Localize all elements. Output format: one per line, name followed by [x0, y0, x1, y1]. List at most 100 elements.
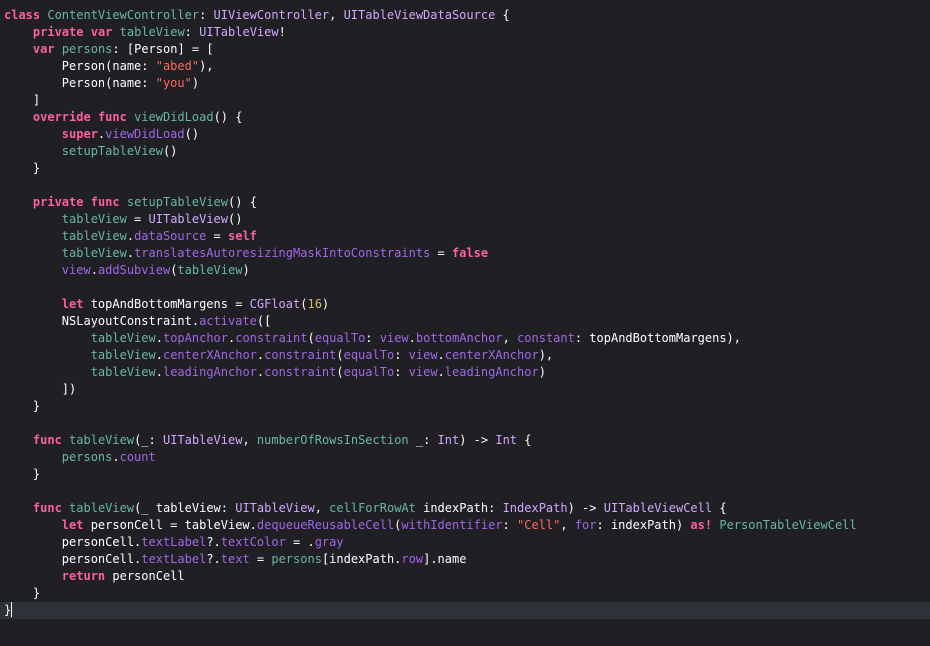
code-line[interactable]: } — [0, 160, 930, 177]
code-line[interactable]: let personCell = tableView.dequeueReusab… — [0, 517, 930, 534]
code-token: as! — [690, 518, 713, 532]
code-line[interactable] — [0, 415, 930, 432]
code-token: UIViewController — [213, 8, 330, 22]
code-line[interactable]: private var tableView: UITableView! — [0, 24, 930, 41]
code-line[interactable]: tableView.dataSource = self — [0, 228, 930, 245]
code-token: () — [228, 212, 243, 226]
code-token: CGFloat — [249, 297, 301, 311]
code-token: withIdentifier — [401, 518, 503, 532]
code-token: 16 — [307, 297, 322, 311]
code-line[interactable]: tableView.translatesAutoresizingMaskInto… — [0, 245, 930, 262]
code-token: equalTo — [343, 348, 395, 362]
code-token: . — [155, 365, 163, 379]
code-token: . — [191, 314, 200, 328]
code-token: constant — [517, 331, 575, 345]
code-line[interactable]: Person(name: "abed"), — [0, 58, 930, 75]
code-token: let — [61, 518, 84, 532]
code-token: func — [32, 433, 62, 447]
code-token: ] — [4, 93, 41, 107]
code-line[interactable]: tableView = UITableView() — [0, 211, 930, 228]
code-token: self — [228, 229, 257, 243]
code-line[interactable]: persons.count — [0, 449, 930, 466]
code-line[interactable]: ] — [0, 92, 930, 109]
code-token: equalTo — [314, 331, 366, 345]
code-line[interactable]: } — [0, 585, 930, 602]
code-token: Int — [495, 433, 518, 447]
code-token: super — [61, 127, 98, 141]
code-line[interactable]: tableView.topAnchor.constraint(equalTo: … — [0, 330, 930, 347]
code-token: = — [430, 246, 452, 260]
code-line[interactable]: let topAndBottomMargens = CGFloat(16) — [0, 296, 930, 313]
code-line[interactable]: setupTableView() — [0, 143, 930, 160]
code-token: numberOfRowsInSection — [256, 433, 409, 447]
code-line[interactable]: } — [0, 398, 930, 415]
code-token: : topAndBottomMargens), — [574, 331, 742, 345]
code-token: : [ — [112, 42, 135, 56]
code-token: . — [437, 365, 445, 379]
code-token: persons — [271, 552, 322, 566]
code-line[interactable]: personCell.textLabel?.text = persons[ind… — [0, 551, 930, 568]
code-token: ) — [321, 297, 330, 311]
code-token: . — [112, 450, 120, 464]
code-line[interactable]: Person(name: "you") — [0, 75, 930, 92]
code-token: dataSource — [134, 229, 207, 243]
code-line[interactable] — [0, 279, 930, 296]
code-token: tableView — [90, 348, 156, 362]
code-line[interactable]: super.viewDidLoad() — [0, 126, 930, 143]
code-line[interactable]: var persons: [Person] = [ — [0, 41, 930, 58]
code-token: () — [184, 127, 200, 141]
code-token: . — [126, 246, 135, 260]
code-token: addSubview — [97, 263, 171, 277]
code-token: "abed" — [155, 59, 200, 73]
code-token: () { — [213, 110, 243, 124]
code-token: = — [249, 552, 272, 566]
code-token: view — [61, 263, 91, 277]
code-line[interactable] — [0, 177, 930, 194]
code-token: cellForRowAt — [329, 501, 416, 515]
code-token: topAndBottomMargens = — [83, 297, 250, 311]
code-line[interactable]: func tableView(_: UITableView, numberOfR… — [0, 432, 930, 449]
code-line[interactable]: return personCell — [0, 568, 930, 585]
code-line[interactable]: func tableView(_ tableView: UITableView,… — [0, 500, 930, 517]
code-line[interactable]: } — [0, 466, 930, 483]
code-line[interactable]: view.addSubview(tableView) — [0, 262, 930, 279]
code-token: ( — [336, 348, 344, 362]
code-token: textLabel — [141, 552, 207, 566]
code-line[interactable]: tableView.leadingAnchor.constraint(equal… — [0, 364, 930, 381]
code-editor[interactable]: class ContentViewController: UIViewContr… — [0, 0, 930, 646]
code-line[interactable]: tableView.centerXAnchor.constraint(equal… — [0, 347, 930, 364]
code-line[interactable]: ]) — [0, 381, 930, 398]
code-line[interactable] — [0, 483, 930, 500]
code-token: . — [437, 348, 445, 362]
code-token: ].name — [423, 552, 467, 566]
code-line[interactable]: } — [0, 602, 930, 619]
code-token: count — [119, 450, 156, 464]
code-token: class — [4, 8, 41, 22]
code-line[interactable]: private func setupTableView() { — [0, 194, 930, 211]
code-token: ), — [538, 348, 554, 362]
code-token: UITableView — [148, 212, 228, 226]
code-token: { — [517, 433, 532, 447]
code-line[interactable]: override func viewDidLoad() { — [0, 109, 930, 126]
code-token: func — [97, 110, 127, 124]
code-token: private — [32, 25, 84, 39]
code-line[interactable]: NSLayoutConstraint.activate([ — [0, 313, 930, 330]
code-line[interactable]: class ContentViewController: UIViewContr… — [0, 7, 930, 24]
code-line[interactable]: personCell.textLabel?.textColor = .gray — [0, 534, 930, 551]
code-token: gray — [314, 535, 344, 549]
text-cursor — [11, 602, 13, 617]
code-token: . — [90, 263, 98, 277]
